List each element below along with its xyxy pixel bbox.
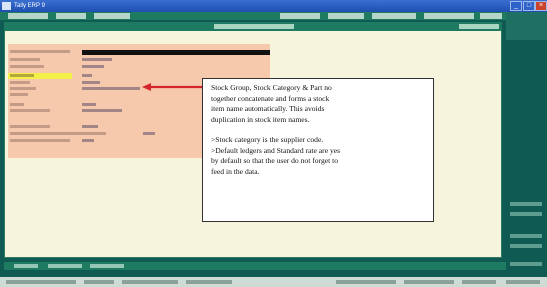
status-segment [84, 280, 114, 284]
field-label [10, 65, 44, 68]
callout-line: by default so that the user do not forge… [211, 156, 339, 165]
field-label [10, 50, 70, 53]
sidebar-button[interactable] [510, 244, 542, 248]
menu-item[interactable] [56, 13, 86, 19]
title-bar: Tally ERP 9 [0, 0, 547, 12]
menu-item[interactable] [94, 13, 130, 19]
name-field[interactable] [82, 50, 270, 55]
window-title: Tally ERP 9 [14, 3, 45, 9]
field-value [82, 81, 100, 84]
field-value [143, 132, 155, 135]
field-label [10, 87, 36, 90]
field-label [10, 109, 50, 112]
sidebar-header [506, 12, 547, 40]
bottom-button[interactable] [48, 264, 82, 268]
menu-item[interactable] [280, 13, 320, 19]
menu-item[interactable] [372, 13, 416, 19]
field-value [82, 139, 94, 142]
status-segment [404, 280, 454, 284]
callout-line: >Default ledgers and Standard rate are y… [211, 145, 341, 155]
sidebar-button[interactable] [510, 212, 542, 216]
status-bar [0, 277, 547, 287]
status-segment [122, 280, 178, 284]
menu-item[interactable] [480, 13, 502, 19]
field-value [82, 125, 98, 128]
status-segment [506, 280, 540, 284]
field-label [10, 132, 106, 135]
panel-header-right [459, 24, 499, 29]
bottom-button-bar [4, 262, 506, 270]
menu-item[interactable] [424, 13, 474, 19]
maximize-button[interactable]: □ [523, 1, 535, 11]
field-value [82, 65, 104, 68]
field-label [10, 81, 30, 84]
status-segment [186, 280, 232, 284]
callout-line: item name automatically. This avoids [211, 104, 325, 113]
sidebar-button[interactable] [510, 262, 542, 266]
status-segment [462, 280, 496, 284]
callout-line: Stock Group, Stock Category & Part no [211, 83, 332, 92]
field-label [10, 74, 34, 77]
panel-header-title [214, 24, 294, 29]
status-segment [336, 280, 396, 284]
callout-line: feed in the data. [211, 166, 260, 176]
right-button-panel [506, 12, 547, 274]
close-button[interactable]: × [535, 1, 547, 11]
panel-header [4, 22, 502, 31]
sidebar-button[interactable] [510, 202, 542, 206]
status-segment [6, 280, 76, 284]
menu-item[interactable] [8, 13, 48, 19]
field-label [10, 139, 70, 142]
field-label [10, 58, 40, 61]
menu-item[interactable] [328, 13, 364, 19]
field-label [10, 125, 50, 128]
callout-line: duplication in stock item names. [211, 114, 310, 124]
annotation-callout: Stock Group, Stock Category & Part no to… [202, 78, 434, 222]
bottom-button[interactable] [14, 264, 38, 268]
top-button-bar [0, 12, 506, 20]
minimize-button[interactable]: _ [510, 1, 522, 11]
app-icon [2, 2, 11, 10]
field-value [82, 109, 122, 112]
field-label [10, 93, 28, 96]
field-value [82, 103, 96, 106]
callout-line: >Stock category is the supplier code. [211, 135, 324, 144]
field-value [82, 87, 140, 90]
arrow-left-icon [142, 83, 204, 91]
sidebar-button[interactable] [510, 234, 542, 238]
callout-line: together concatenate and forms a stock [211, 93, 330, 103]
field-value [82, 74, 92, 77]
field-label [10, 103, 24, 106]
field-value [82, 58, 112, 61]
bottom-button[interactable] [90, 264, 124, 268]
